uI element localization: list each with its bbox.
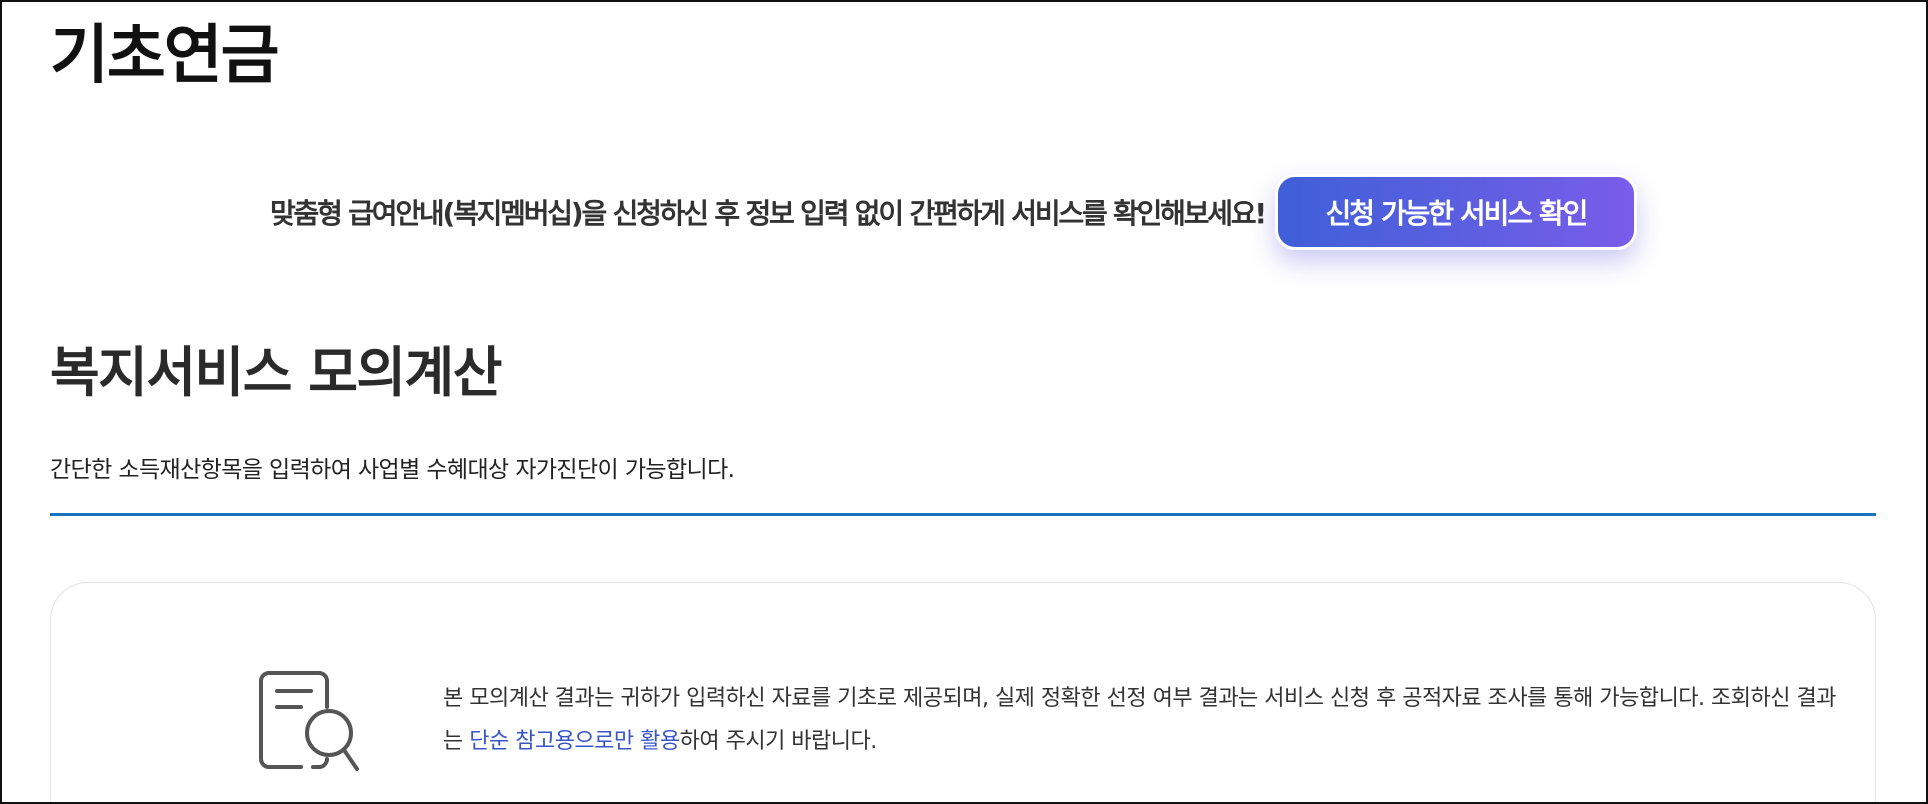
document-search-icon xyxy=(257,667,367,777)
notice-box: 본 모의계산 결과는 귀하가 입력하신 자료를 기초로 제공되며, 실제 정확한… xyxy=(50,582,1876,802)
promo-banner: 맞춤형 급여안내(복지멤버십)을 신청하신 후 정보 입력 없이 간편하게 서비… xyxy=(270,174,1637,250)
notice-text-part2: 하여 주시기 바랍니다. xyxy=(679,729,878,754)
section-title: 복지서비스 모의계산 xyxy=(50,341,502,404)
section-divider xyxy=(50,513,1876,516)
check-available-services-button[interactable]: 신청 가능한 서비스 확인 xyxy=(1274,174,1637,250)
page-title: 기초연금 xyxy=(50,19,280,93)
page-frame: 기초연금 맞춤형 급여안내(복지멤버십)을 신청하신 후 정보 입력 없이 간편… xyxy=(0,0,1928,804)
notice-text: 본 모의계산 결과는 귀하가 입력하신 자료를 기초로 제공되며, 실제 정확한… xyxy=(443,677,1843,763)
section-description: 간단한 소득재산항목을 입력하여 사업별 수혜대상 자가진단이 가능합니다. xyxy=(50,457,735,483)
notice-highlight: 단순 참고용으로만 활용 xyxy=(469,729,680,754)
promo-message: 맞춤형 급여안내(복지멤버십)을 신청하신 후 정보 입력 없이 간편하게 서비… xyxy=(270,197,1267,230)
